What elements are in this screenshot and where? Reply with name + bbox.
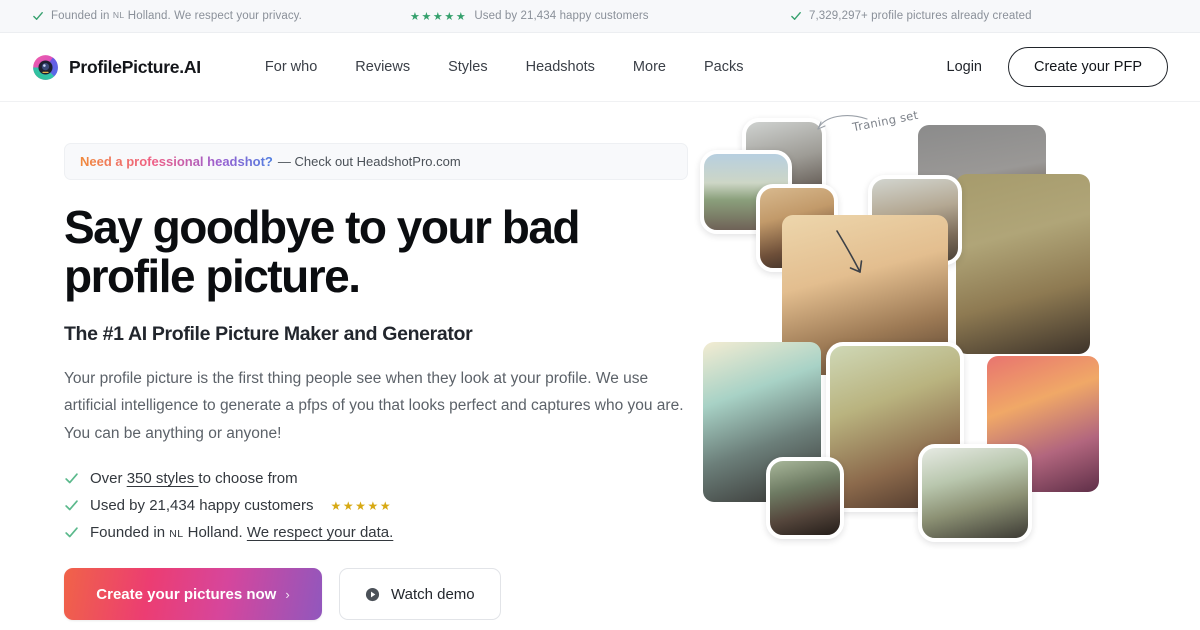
- privacy-policy-link[interactable]: We respect your data.: [247, 524, 393, 541]
- promo-rest: — Check out HeadshotPro.com: [277, 154, 461, 169]
- brand-link[interactable]: ProfilePicture.AI: [32, 54, 201, 81]
- check-icon: [64, 525, 79, 540]
- promo-highlight: Need a professional headshot?: [80, 154, 273, 169]
- star-rating-icon: ★★★★★: [410, 10, 468, 23]
- generated-photo-smiling-cafe: [918, 444, 1032, 542]
- styles-link[interactable]: 350 styles: [127, 470, 199, 487]
- hero-cta-row: Create your pictures now › Watch demo: [64, 568, 700, 621]
- chevron-right-icon: ›: [285, 586, 290, 602]
- check-icon: [64, 471, 79, 486]
- customers-text: Used by 21,434 happy customers: [474, 10, 649, 22]
- privacy-text: Founded in NL Holland. We respect your p…: [51, 10, 302, 22]
- site-header: ProfilePicture.AI For who Reviews Styles…: [0, 33, 1200, 102]
- hero-subtitle: The #1 AI Profile Picture Maker and Gene…: [64, 322, 473, 345]
- cta-secondary-label: Watch demo: [391, 585, 475, 603]
- announcement-bar: Founded in NL Holland. We respect your p…: [0, 0, 1200, 33]
- create-your-pictures-button[interactable]: Create your pictures now ›: [64, 568, 322, 621]
- profilepicture-ai-logo-icon: [32, 54, 59, 81]
- announcement-item-privacy: Founded in NL Holland. We respect your p…: [32, 10, 302, 22]
- page-title: Say goodbye to your bad profile picture.: [64, 201, 581, 302]
- down-arrow-icon: [834, 228, 868, 285]
- create-your-pfp-button[interactable]: Create your PFP: [1008, 47, 1168, 87]
- hero-section: Need a professional headshot? — Check ou…: [0, 102, 1200, 630]
- list-item: Founded in NL Holland. We respect your d…: [64, 524, 700, 541]
- login-link[interactable]: Login: [947, 59, 982, 75]
- nav-item-packs[interactable]: Packs: [704, 59, 744, 75]
- check-icon: [32, 10, 44, 22]
- check-icon: [64, 498, 79, 513]
- nav-item-reviews[interactable]: Reviews: [355, 59, 410, 75]
- bullet-text-styles: Over 350 styles to choose from: [90, 470, 298, 488]
- promo-banner[interactable]: Need a professional headshot? — Check ou…: [64, 143, 688, 180]
- nav-item-for-who[interactable]: For who: [265, 59, 317, 75]
- announcement-item-customers: ★★★★★ Used by 21,434 happy customers: [410, 10, 649, 23]
- bullet-text-founded: Founded in NL Holland. We respect your d…: [90, 524, 394, 542]
- created-count-text: 7,329,297+ profile pictures already crea…: [809, 10, 1032, 22]
- generated-photo-dark-anime: [766, 457, 844, 539]
- list-item: Used by 21,434 happy customers ★★★★★: [64, 497, 700, 514]
- check-icon: [790, 10, 802, 22]
- announcement-item-created-count: 7,329,297+ profile pictures already crea…: [790, 10, 1032, 22]
- header-actions: Login Create your PFP: [947, 47, 1168, 87]
- star-rating-icon: ★★★★★: [330, 498, 393, 513]
- generated-photo-olive-bowtie: [956, 174, 1090, 354]
- nav-item-headshots[interactable]: Headshots: [526, 59, 595, 75]
- list-item: Over 350 styles to choose from: [64, 470, 700, 487]
- nav-item-styles[interactable]: Styles: [448, 59, 488, 75]
- brand-name: ProfilePicture.AI: [69, 56, 201, 77]
- bullet-text-customers: Used by 21,434 happy customers: [90, 497, 314, 515]
- hero-collage: Traning set: [700, 102, 1200, 630]
- nav-item-more[interactable]: More: [633, 59, 666, 75]
- hero-description: Your profile picture is the first thing …: [64, 369, 684, 442]
- hero-copy: Need a professional headshot? — Check ou…: [0, 102, 700, 630]
- play-circle-icon: [365, 587, 380, 602]
- watch-demo-button[interactable]: Watch demo: [339, 568, 501, 621]
- main-nav: For who Reviews Styles Headshots More Pa…: [265, 59, 744, 75]
- hero-feature-list: Over 350 styles to choose from Used by 2…: [64, 470, 700, 541]
- cta-primary-label: Create your pictures now: [96, 585, 277, 603]
